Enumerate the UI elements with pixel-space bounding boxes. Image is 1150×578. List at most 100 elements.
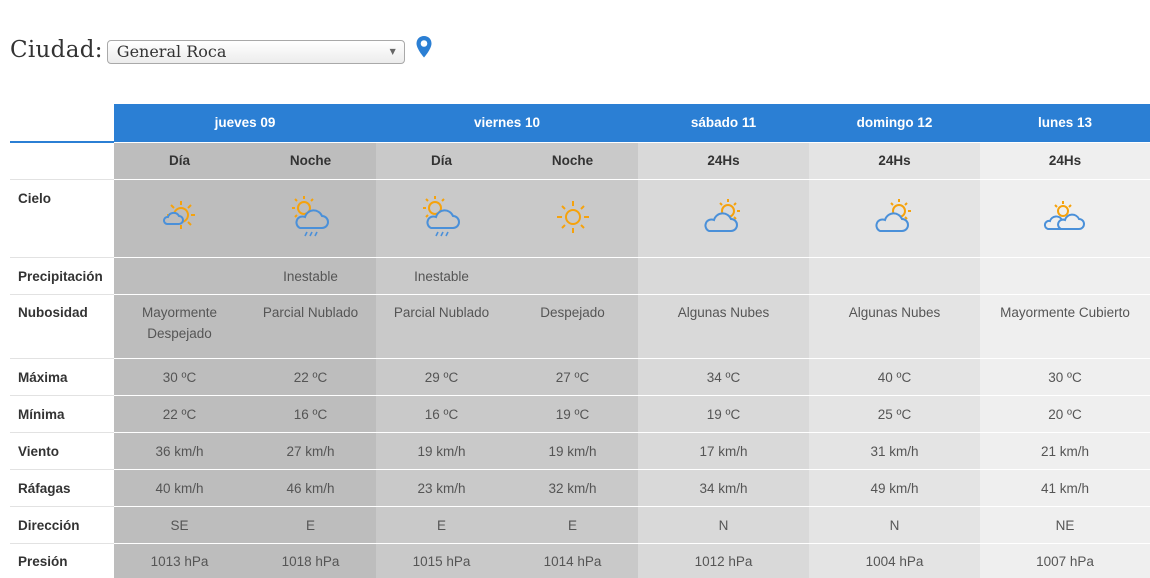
min-cell: 19 ºC [507,396,638,433]
wind-cell: 19 km/h [507,433,638,470]
pressure-cell: 1018 hPa [245,544,376,578]
cloud-cell: Parcial Nublado [245,295,376,359]
cloud-row: Nubosidad Mayormente Despejado Parcial N… [10,295,1150,359]
period-cell: 24Hs [809,142,980,180]
pressure-cell: 1015 hPa [376,544,507,578]
max-cell: 27 ºC [507,359,638,396]
sky-row: Cielo [10,180,1150,258]
row-label-cloud: Nubosidad [10,295,114,359]
cloud-cell: Parcial Nublado [376,295,507,359]
day-header: domingo 12 [809,104,980,142]
gust-cell: 46 km/h [245,470,376,507]
wind-cell: 31 km/h [809,433,980,470]
precip-cell [980,258,1150,295]
min-cell: 25 ºC [809,396,980,433]
day-header: jueves 09 [114,104,376,142]
row-label-pressure: Presión [10,544,114,578]
precip-cell [638,258,809,295]
pressure-cell: 1013 hPa [114,544,245,578]
precip-cell [507,258,638,295]
dir-cell: N [809,507,980,544]
chevron-down-icon: ▼ [390,47,396,56]
min-cell: 19 ºC [638,396,809,433]
gust-cell: 40 km/h [114,470,245,507]
row-label-dir: Dirección [10,507,114,544]
precip-row: Precipitación Inestable Inestable [10,258,1150,295]
dir-cell: E [376,507,507,544]
row-label-max: Máxima [10,359,114,396]
gust-row: Ráfagas 40 km/h 46 km/h 23 km/h 32 km/h … [10,470,1150,507]
max-cell: 34 ºC [638,359,809,396]
city-select-value: General Roca [117,42,227,61]
cloud-cell: Algunas Nubes [638,295,809,359]
sun-behind-cloud-icon [871,195,919,242]
period-cell: 24Hs [638,142,809,180]
row-label-gust: Ráfagas [10,470,114,507]
gust-cell: 32 km/h [507,470,638,507]
gust-cell: 34 km/h [638,470,809,507]
gust-cell: 49 km/h [809,470,980,507]
precip-cell [114,258,245,295]
pressure-row: Presión 1013 hPa 1018 hPa 1015 hPa 1014 … [10,544,1150,578]
pressure-cell: 1014 hPa [507,544,638,578]
max-cell: 30 ºC [114,359,245,396]
precip-cell: Inestable [245,258,376,295]
row-label-sky: Cielo [10,180,114,258]
sun-behind-small-cloud-icon [158,195,202,242]
wind-cell: 21 km/h [980,433,1150,470]
dir-cell: E [507,507,638,544]
dir-cell: N [638,507,809,544]
sun-icon [553,197,593,240]
row-label-precip: Precipitación [10,258,114,295]
city-select[interactable]: General Roca ▼ [107,40,405,64]
dir-cell: SE [114,507,245,544]
dir-cell: E [245,507,376,544]
sun-behind-clouds-icon [1041,195,1089,242]
period-cell: Día [114,142,245,180]
min-cell: 16 ºC [376,396,507,433]
wind-cell: 17 km/h [638,433,809,470]
max-cell: 30 ºC [980,359,1150,396]
row-label-wind: Viento [10,433,114,470]
wind-cell: 19 km/h [376,433,507,470]
min-cell: 22 ºC [114,396,245,433]
min-cell: 16 ºC [245,396,376,433]
period-cell: Noche [507,142,638,180]
min-row: Mínima 22 ºC 16 ºC 16 ºC 19 ºC 19 ºC 25 … [10,396,1150,433]
max-cell: 22 ºC [245,359,376,396]
city-label: Ciudad: [10,37,103,63]
day-header: sábado 11 [638,104,809,142]
precip-cell [809,258,980,295]
cloud-cell: Mayormente Despejado [114,295,245,359]
day-header: lunes 13 [980,104,1150,142]
pressure-cell: 1004 hPa [809,544,980,578]
day-header: viernes 10 [376,104,638,142]
cloud-cell: Mayormente Cubierto [980,295,1150,359]
cloud-cell: Algunas Nubes [809,295,980,359]
sun-cloud-rain-icon [418,193,466,244]
header-corner [10,104,114,142]
wind-cell: 36 km/h [114,433,245,470]
gust-cell: 23 km/h [376,470,507,507]
wind-row: Viento 36 km/h 27 km/h 19 km/h 19 km/h 1… [10,433,1150,470]
period-row: Día Noche Día Noche 24Hs 24Hs 24Hs [10,142,1150,180]
forecast-table: jueves 09 viernes 10 sábado 11 domingo 1… [10,104,1150,578]
dir-cell: NE [980,507,1150,544]
max-cell: 40 ºC [809,359,980,396]
precip-cell: Inestable [376,258,507,295]
min-cell: 20 ºC [980,396,1150,433]
pressure-cell: 1007 hPa [980,544,1150,578]
period-cell: Noche [245,142,376,180]
max-cell: 29 ºC [376,359,507,396]
period-cell: 24Hs [980,142,1150,180]
direction-row: Dirección SE E E E N N NE [10,507,1150,544]
row-label-min: Mínima [10,396,114,433]
pressure-cell: 1012 hPa [638,544,809,578]
period-cell: Día [376,142,507,180]
map-pin-icon[interactable] [415,35,433,63]
day-header-row: jueves 09 viernes 10 sábado 11 domingo 1… [10,104,1150,142]
row-label [10,142,114,180]
max-row: Máxima 30 ºC 22 ºC 29 ºC 27 ºC 34 ºC 40 … [10,359,1150,396]
wind-cell: 27 km/h [245,433,376,470]
cloud-cell: Despejado [507,295,638,359]
